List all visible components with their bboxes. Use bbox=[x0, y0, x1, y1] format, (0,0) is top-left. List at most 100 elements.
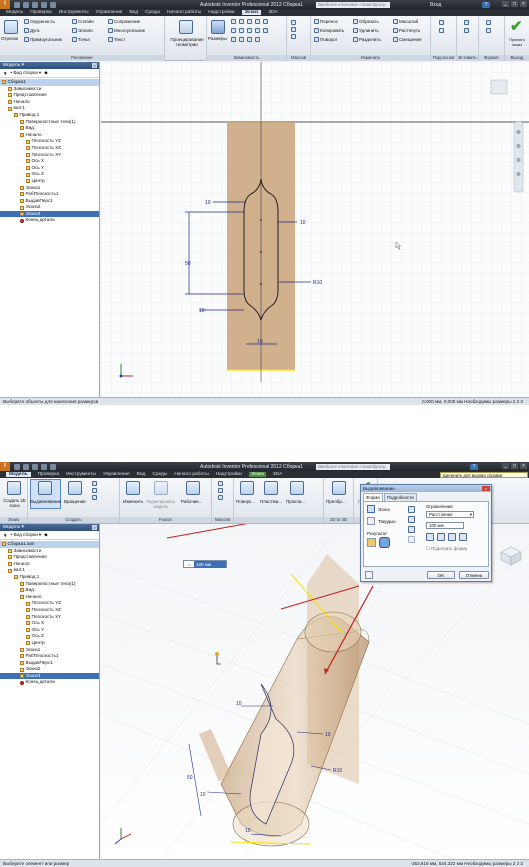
tree-node[interactable]: Конец детали bbox=[0, 679, 99, 686]
tab-sketch[interactable]: Эскиз bbox=[241, 10, 262, 15]
tree-node[interactable]: РабПлоскость1 bbox=[0, 653, 99, 660]
close-button[interactable]: × bbox=[520, 463, 527, 469]
tree-node[interactable]: Вид: bbox=[0, 587, 99, 594]
move-button[interactable]: Перенос bbox=[314, 19, 338, 24]
graphics-window[interactable]: 10 10 50 10 R10 10 bbox=[101, 62, 529, 397]
dim-bottom[interactable]: 10 bbox=[257, 339, 263, 345]
line-button[interactable]: Отрезок bbox=[1, 36, 18, 41]
rect-pattern-icon[interactable] bbox=[291, 20, 296, 25]
extrude-button[interactable]: Выдавливание bbox=[30, 499, 61, 504]
circ-pattern-icon[interactable] bbox=[291, 27, 296, 32]
tree-node[interactable]: Эскиз1 bbox=[0, 647, 99, 654]
direction1-icon[interactable] bbox=[426, 533, 434, 541]
tree-node[interactable]: Зависимости bbox=[0, 86, 99, 93]
circle-button[interactable]: Окружность bbox=[24, 19, 55, 24]
new-icon[interactable] bbox=[14, 1, 20, 8]
loft-icon[interactable] bbox=[92, 481, 97, 486]
new-icon[interactable] bbox=[14, 463, 20, 470]
help-button[interactable]: ? bbox=[482, 1, 490, 8]
open-icon[interactable] bbox=[23, 463, 29, 470]
cut-icon[interactable] bbox=[408, 516, 415, 523]
modify-button[interactable]: Изменить bbox=[123, 499, 143, 504]
sweep-icon[interactable] bbox=[92, 488, 97, 493]
surface-icon[interactable] bbox=[240, 481, 254, 495]
profile-select-icon[interactable] bbox=[367, 505, 375, 513]
tree-node[interactable]: Ось Z bbox=[0, 171, 99, 178]
draw-panel-label[interactable]: Рисование bbox=[0, 55, 164, 61]
tree-node[interactable]: Ось X bbox=[0, 158, 99, 165]
work-features-icon[interactable] bbox=[186, 481, 200, 495]
direction2-icon[interactable] bbox=[437, 533, 445, 541]
tangent-icon[interactable] bbox=[263, 28, 268, 33]
concentric-icon[interactable] bbox=[247, 19, 252, 24]
tab-manage[interactable]: Управление bbox=[103, 472, 130, 477]
tree-node[interactable]: ВыдавПерс1 bbox=[0, 660, 99, 667]
tree-node[interactable]: вал:1 bbox=[0, 105, 99, 112]
filter-icon[interactable]: ▼ bbox=[3, 71, 8, 76]
plastic-icon[interactable] bbox=[264, 481, 278, 495]
dim-left-bottom[interactable]: 10 bbox=[199, 308, 205, 314]
edit-model-icon[interactable] bbox=[154, 481, 168, 495]
centerline-icon[interactable] bbox=[486, 28, 491, 33]
dim-top[interactable]: 10 bbox=[205, 200, 211, 206]
redo-icon[interactable] bbox=[50, 463, 56, 470]
edit-model-button[interactable]: Редактировать модель bbox=[146, 499, 176, 509]
tab-model[interactable]: Модель bbox=[6, 472, 31, 477]
dim-height[interactable]: 50 bbox=[185, 261, 191, 267]
tree-node[interactable]: Начало bbox=[0, 132, 99, 139]
smooth-icon[interactable] bbox=[231, 37, 236, 42]
filter-icon[interactable]: ▼ bbox=[3, 533, 8, 538]
auto-dimension-icon[interactable] bbox=[255, 37, 260, 42]
navigation-bar[interactable] bbox=[513, 121, 524, 193]
plastic-button[interactable]: Пластма... bbox=[260, 499, 282, 504]
dim-bottom[interactable]: 10 bbox=[245, 828, 251, 834]
point-button[interactable]: Точка bbox=[72, 37, 90, 42]
tree-node[interactable]: Начало bbox=[0, 561, 99, 568]
project-geometry-button[interactable]: Проецирование геометрии bbox=[169, 37, 205, 47]
help-icon[interactable] bbox=[365, 571, 373, 579]
dim-radius[interactable]: R10 bbox=[313, 280, 322, 286]
tree-node[interactable]: вал:1 bbox=[0, 567, 99, 574]
new-solid-icon[interactable] bbox=[408, 536, 415, 543]
tree-node[interactable]: Зависимости bbox=[0, 548, 99, 555]
tree-node[interactable]: Эскиз3 bbox=[0, 210, 99, 218]
close-button[interactable]: × bbox=[520, 1, 527, 7]
polygon-button[interactable]: Многоугольник bbox=[108, 28, 145, 33]
convert-icon[interactable] bbox=[332, 481, 346, 495]
points-icon[interactable] bbox=[464, 28, 469, 33]
tab-view[interactable]: Вид bbox=[137, 472, 146, 477]
sheet-button[interactable]: Прокла... bbox=[286, 499, 305, 504]
browser-close-icon[interactable]: × bbox=[92, 525, 97, 530]
tree-node[interactable]: Ось Y bbox=[0, 627, 99, 634]
tab-3da[interactable]: 3DA bbox=[268, 10, 277, 15]
dim-left-bottom[interactable]: 10 bbox=[200, 792, 206, 798]
output-surface-icon[interactable] bbox=[379, 537, 390, 548]
finish-sketch-icon[interactable]: ✔ bbox=[510, 17, 523, 35]
rotate-button[interactable]: Поворот bbox=[314, 37, 338, 42]
tree-node[interactable]: Начало bbox=[0, 99, 99, 106]
redo-icon[interactable] bbox=[50, 1, 56, 8]
tab-tools[interactable]: Инструменты bbox=[66, 472, 96, 477]
tab-sketch[interactable]: Эскиз bbox=[248, 472, 266, 477]
fillet-button[interactable]: Сопряжение bbox=[108, 19, 140, 24]
distance-input[interactable]: 100 мм bbox=[194, 560, 226, 568]
parallel-icon[interactable] bbox=[231, 28, 236, 33]
tab-more[interactable]: Подробности bbox=[383, 493, 417, 501]
copy-button[interactable]: Копировать bbox=[314, 28, 344, 33]
ok-button[interactable]: OK bbox=[427, 571, 455, 579]
dimension-button[interactable]: Размеры bbox=[208, 36, 227, 41]
symmetric-icon[interactable] bbox=[448, 533, 456, 541]
line-icon[interactable] bbox=[4, 20, 18, 34]
view-selector[interactable]: • Вид сборки ▾ bbox=[11, 70, 42, 76]
tree-node[interactable]: Плоскость YZ bbox=[0, 138, 99, 145]
spline-button[interactable]: Сплайн bbox=[72, 19, 94, 24]
tree-node[interactable]: Ось Z bbox=[0, 633, 99, 640]
join-icon[interactable] bbox=[408, 506, 415, 513]
rib-icon[interactable] bbox=[92, 495, 97, 500]
tree-node[interactable]: Эскиз2 bbox=[0, 666, 99, 673]
sketch-viewport[interactable]: 10 10 50 10 R10 10 bbox=[101, 62, 529, 397]
tab-environments[interactable]: Среды bbox=[152, 472, 167, 477]
tab-get-started[interactable]: Начало работы bbox=[167, 10, 201, 15]
show-constraints-icon[interactable] bbox=[263, 19, 268, 24]
solids-select-icon[interactable] bbox=[367, 517, 375, 525]
